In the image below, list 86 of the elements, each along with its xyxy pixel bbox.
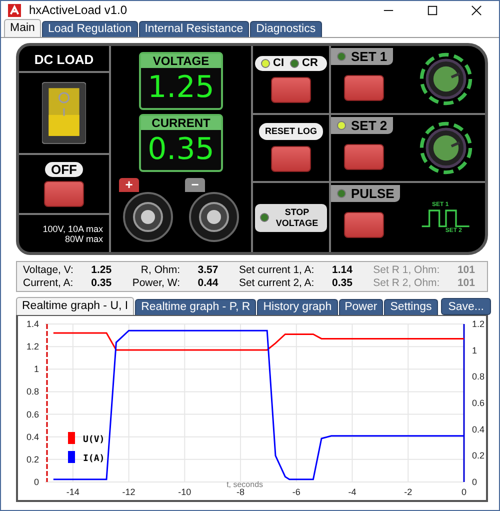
channel-button[interactable] (344, 75, 384, 101)
readout-label: R, Ohm: (140, 264, 181, 276)
spec-text: 100V, 10A max (42, 224, 103, 234)
readout-label: Power, W: (132, 277, 181, 289)
axis-tick-label: 1 (34, 364, 39, 374)
binding-post-icon[interactable] (123, 192, 173, 242)
axis-tick-label: -2 (404, 487, 412, 497)
app-icon (8, 4, 21, 16)
channel-label: SET 2 (351, 118, 388, 133)
axis-tick-label: 0.6 (472, 398, 485, 408)
stop-voltage-button[interactable]: STOP VOLTAGE (255, 204, 327, 232)
axis-tick-label: 0.4 (472, 424, 485, 434)
axis-tick-label: 1 (472, 345, 478, 356)
legend-swatch (68, 451, 75, 463)
axis-tick-label: 1.4 (26, 319, 39, 329)
display-value: 1.25 (146, 69, 216, 107)
tab[interactable]: Settings (384, 299, 438, 315)
power-button[interactable] (44, 180, 84, 206)
axis-tick-label: 1.2 (472, 319, 485, 329)
rocker-switch[interactable] (42, 82, 86, 144)
readout-value: 101 (457, 264, 476, 276)
dial-knob[interactable] (419, 120, 473, 175)
reset-label: RESET LOG (258, 123, 323, 140)
channel-button[interactable] (344, 212, 384, 238)
window-title: hxActiveLoad v1.0 (29, 3, 128, 17)
axis-tick-label: -6 (292, 487, 300, 497)
readout-label: Current, A: (23, 277, 74, 289)
readout-label: Set R 1, Ohm: (373, 264, 441, 276)
legend-swatch (68, 432, 75, 444)
tab[interactable]: Diagnostics (250, 21, 322, 37)
display-value: 0.35 (146, 131, 216, 169)
readout-label: Set R 2, Ohm: (373, 277, 441, 289)
power-label: OFF (45, 162, 83, 176)
axis-tick-label: -12 (122, 487, 136, 497)
maximize-icon[interactable] (427, 4, 438, 16)
tab[interactable]: Load Regulation (42, 21, 138, 37)
axis-tick-label: -8 (236, 487, 245, 497)
readout-label: Set current 2, A: (238, 277, 316, 289)
tab[interactable]: Main (4, 19, 41, 37)
tab[interactable]: History graph (257, 299, 338, 315)
channel-button[interactable] (344, 144, 384, 170)
tab[interactable]: Realtime graph - U, I (16, 297, 134, 315)
legend-label: I(A) (83, 454, 105, 464)
readout-value: 0.35 (332, 277, 354, 289)
axis-tick-label: 0 (472, 477, 478, 487)
stop-label: STOP VOLTAGE (274, 206, 320, 229)
axis-tick-label: -10 (178, 487, 192, 497)
axis-tick-label: 0.6 (26, 409, 39, 420)
readout-value: 1.25 (91, 264, 113, 276)
readout-value: 0.35 (91, 277, 113, 289)
readout-value: 1.14 (332, 264, 354, 276)
readout-value: 0.44 (198, 277, 220, 289)
spec-text: 80W max (64, 234, 103, 244)
axis-tick-label: -14 (66, 487, 80, 497)
axis-tick-label: 1.2 (26, 342, 39, 352)
axis-tick-label: 0 (34, 477, 39, 487)
mode-label: CI (273, 56, 284, 71)
tab[interactable]: Internal Resistance (138, 21, 250, 37)
tab[interactable]: Power (338, 299, 384, 315)
axis-tick-label: 0 (462, 487, 466, 497)
panel-title: DC LOAD (19, 46, 109, 73)
channel-label: PULSE (351, 186, 394, 202)
axis-tick-label: -4 (348, 487, 356, 497)
readout-label: Voltage, V: (23, 264, 74, 276)
readout-value: 101 (457, 277, 476, 289)
display-label: VOLTAGE (141, 54, 221, 68)
channel-label: SET 1 (351, 49, 388, 64)
axis-tick-label: 0.4 (26, 432, 39, 442)
mode-button[interactable] (271, 76, 311, 103)
legend-label: U(V) (83, 435, 105, 445)
mode-label: CR (302, 56, 318, 71)
axis-tick-label: 0.2 (26, 454, 39, 464)
dial-knob[interactable] (419, 52, 473, 106)
axis-tick-label: 0.8 (472, 372, 485, 382)
binding-post-icon[interactable] (189, 192, 239, 242)
axis-tick-label: 0.2 (472, 450, 485, 461)
axis-tick-label: 0.8 (26, 386, 39, 397)
tab[interactable]: Realtime graph - P, R (135, 299, 256, 315)
display-label: CURRENT (141, 116, 221, 130)
save-button[interactable]: Save... (441, 298, 491, 315)
reset-button[interactable] (271, 146, 311, 172)
pulse-waveform-icon (420, 208, 472, 228)
readout-label: Set current 1, A: (238, 264, 316, 276)
close-icon[interactable] (471, 4, 482, 16)
axis-title: t, seconds (226, 480, 264, 489)
readout-value: 3.57 (198, 264, 220, 276)
